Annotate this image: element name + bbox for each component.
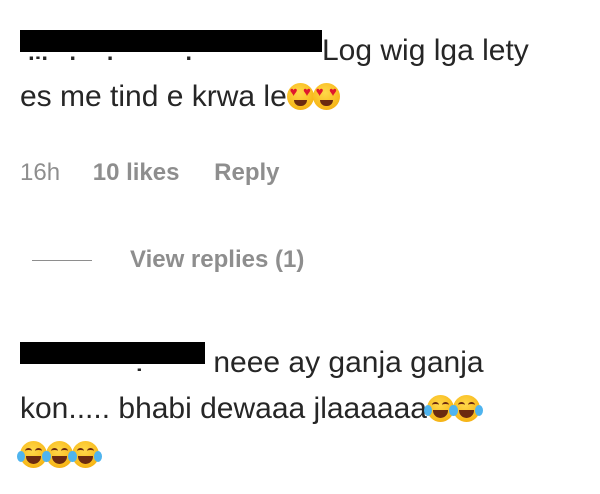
comment-text-line2: kon..... bhabi dewaaa jlaaaaaa (20, 392, 427, 425)
reply-button[interactable]: Reply (214, 159, 279, 186)
view-replies-label: View replies (1) (130, 246, 305, 273)
comment-text-line1: Log wig lga lety (322, 34, 529, 67)
timestamp: 16h (20, 159, 61, 186)
username-redacted[interactable]: nazar_nazia (20, 342, 205, 372)
likes-count-button[interactable]: 10 likes (93, 159, 180, 186)
username-redacted[interactable]: dil_dard_aur_dua (20, 30, 322, 60)
comment-1: dil_dard_aur_dua Log wig lga lety es me … (20, 28, 580, 120)
heart-eyes-emoji-icon (286, 83, 314, 110)
replies-divider (32, 260, 92, 262)
comment-text-line2: es me tind e krwa le (20, 80, 287, 113)
comment-meta-row: 16h 10 likes Reply (20, 158, 280, 188)
heart-eyes-emoji-icon (312, 83, 340, 110)
redaction-bar (20, 30, 322, 52)
comment-text-line1: neee ay ganja ganja (213, 346, 484, 379)
tears-of-joy-emoji-icon (69, 441, 102, 468)
comment-2: nazar_nazia neee ay ganja ganja kon.....… (17, 340, 580, 478)
redaction-bar (20, 342, 205, 364)
tears-of-joy-emoji-icon (449, 395, 483, 422)
view-replies-button[interactable]: View replies (1) (32, 244, 304, 276)
